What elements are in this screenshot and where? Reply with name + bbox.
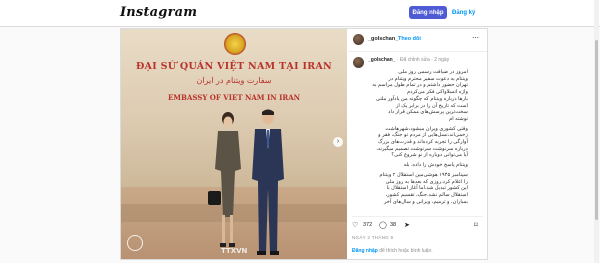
next-photo-button[interactable]: ›: [333, 137, 343, 147]
post-time: 2 ngày: [434, 57, 450, 63]
post-sidebar: _golschan_ Theo dõi ⋯ _golschan_ · Đã ch…: [348, 29, 487, 259]
caption-text: امروز در ضیافت رسمی روز ملی ویتنام به دع…: [372, 69, 468, 205]
watermark-text: TTXVN: [221, 247, 248, 255]
avatar[interactable]: [353, 34, 364, 45]
save-bookmark-icon[interactable]: ⌑: [474, 221, 478, 229]
like-count: 372: [363, 222, 373, 228]
people-figures: [208, 109, 284, 255]
signup-link[interactable]: Đăng ký: [452, 6, 475, 19]
share-icon[interactable]: ➤: [404, 221, 410, 229]
like-heart-icon[interactable]: ♡: [352, 221, 358, 229]
edited-label: Đã chỉnh sửa: [399, 57, 430, 63]
watermark-logo-icon: [127, 235, 143, 251]
post-date: NGÀY 2 THÁNG 9: [352, 235, 394, 240]
login-button[interactable]: Đăng nhập: [409, 6, 447, 19]
post-card: ĐẠI SỨ QUÁN VIỆT NAM TẠI IRAN سفارت ویتن…: [120, 28, 488, 260]
comment-icon[interactable]: ◯: [379, 221, 387, 229]
man-figure: [252, 109, 284, 255]
login-prompt-link[interactable]: Đăng nhập: [352, 248, 378, 254]
caption-header: _golschan_ · Đã chỉnh sửa · 2 ngày: [368, 57, 450, 63]
caption-avatar[interactable]: [353, 57, 364, 68]
scrollbar-thumb[interactable]: [595, 40, 598, 220]
instagram-logo[interactable]: Instagram: [120, 5, 197, 20]
action-bar: ♡ 372 ◯ 38 ➤ ⌑: [352, 216, 483, 231]
follow-button[interactable]: Theo dõi: [398, 36, 421, 42]
comment-count: 38: [390, 222, 397, 228]
caption-username[interactable]: _golschan_: [368, 57, 396, 63]
username[interactable]: _golschan_: [368, 36, 398, 42]
top-nav-bar: Instagram Đăng nhập Đăng ký: [0, 0, 600, 27]
more-options-icon[interactable]: ⋯: [472, 34, 479, 42]
woman-figure: [208, 112, 241, 247]
post-header: _golschan_ Theo dõi ⋯: [348, 29, 487, 52]
login-prompt: Đăng nhập để thích hoặc bình luận.: [352, 248, 433, 254]
post-photo[interactable]: ĐẠI SỨ QUÁN VIỆT NAM TẠI IRAN سفارت ویتن…: [121, 29, 347, 259]
